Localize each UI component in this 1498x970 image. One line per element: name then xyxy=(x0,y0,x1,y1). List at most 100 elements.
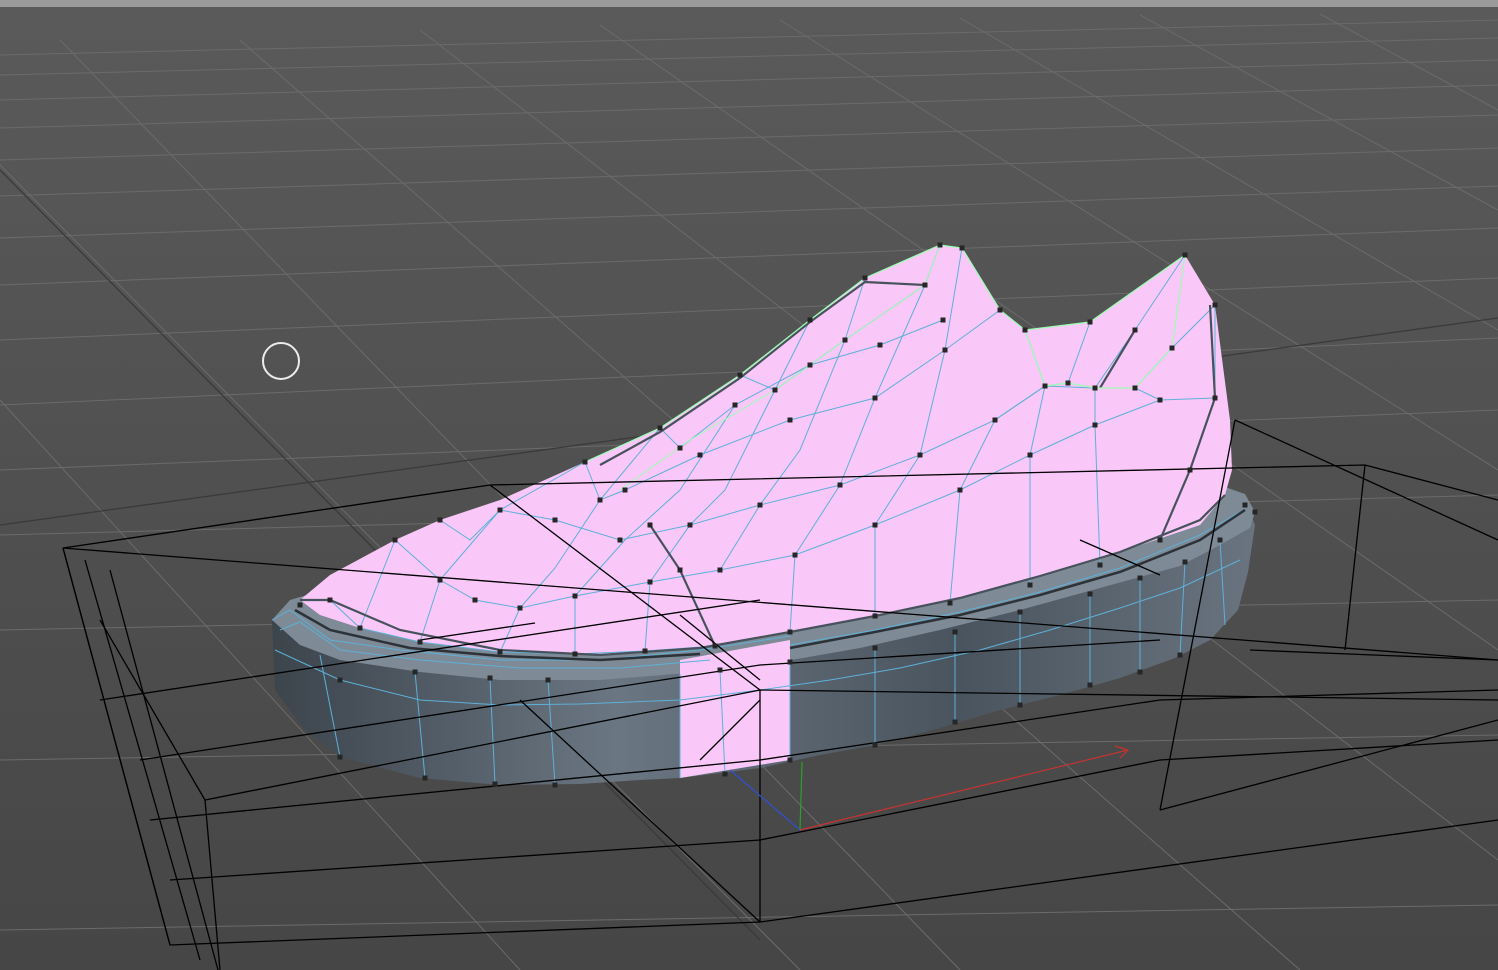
mesh-vertex[interactable] xyxy=(437,577,443,583)
mesh-vertex[interactable] xyxy=(1092,422,1098,428)
mesh-vertex[interactable] xyxy=(959,245,965,251)
mesh-vertex[interactable] xyxy=(412,669,418,675)
mesh-vertex[interactable] xyxy=(922,282,928,288)
mesh-vertex[interactable] xyxy=(492,781,498,787)
mesh-vertex[interactable] xyxy=(677,567,683,573)
mesh-vertex[interactable] xyxy=(622,487,628,493)
mesh-vertex[interactable] xyxy=(1042,383,1048,389)
mesh-vertex[interactable] xyxy=(1182,559,1188,565)
mesh-vertex[interactable] xyxy=(552,782,558,788)
mesh-vertex[interactable] xyxy=(722,771,728,777)
mesh-vertex[interactable] xyxy=(837,482,843,488)
mesh-vertex[interactable] xyxy=(872,742,878,748)
mesh-vertex[interactable] xyxy=(337,754,343,760)
mesh-vertex[interactable] xyxy=(872,395,878,401)
mesh-vertex[interactable] xyxy=(697,452,703,458)
mesh-vertex[interactable] xyxy=(552,517,558,523)
mesh-vertex[interactable] xyxy=(642,648,648,654)
mesh-vertex[interactable] xyxy=(1097,562,1103,568)
mesh-vertex[interactable] xyxy=(717,667,723,673)
mesh-vertex[interactable] xyxy=(572,593,578,599)
mesh-vertex[interactable] xyxy=(947,600,953,606)
mesh-vertex[interactable] xyxy=(1065,380,1071,386)
mesh-vertex[interactable] xyxy=(997,307,1003,313)
mesh-vertex[interactable] xyxy=(1027,452,1033,458)
mesh-vertex[interactable] xyxy=(437,517,443,523)
mesh-vertex[interactable] xyxy=(842,337,848,343)
mesh-vertex[interactable] xyxy=(1092,385,1098,391)
mesh-vertex[interactable] xyxy=(872,613,878,619)
mesh-vertex[interactable] xyxy=(942,347,948,353)
mesh-vertex[interactable] xyxy=(417,639,423,645)
mesh-vertex[interactable] xyxy=(992,417,998,423)
mesh-vertex[interactable] xyxy=(657,425,663,431)
mesh-vertex[interactable] xyxy=(545,677,551,683)
mesh-vertex[interactable] xyxy=(772,387,778,393)
mesh-vertex[interactable] xyxy=(647,522,653,528)
mesh-vertex[interactable] xyxy=(687,522,693,528)
mesh-vertex[interactable] xyxy=(1187,467,1193,473)
mesh-vertex[interactable] xyxy=(757,502,763,508)
mesh-vertex[interactable] xyxy=(1242,502,1248,508)
mesh-vertex[interactable] xyxy=(787,757,793,763)
mesh-vertex[interactable] xyxy=(1157,397,1163,403)
mesh-vertex[interactable] xyxy=(1132,327,1138,333)
mesh-vertex[interactable] xyxy=(877,342,883,348)
mesh-vertex[interactable] xyxy=(917,452,923,458)
mesh-vertex[interactable] xyxy=(1132,385,1138,391)
mesh-vertex[interactable] xyxy=(1087,591,1093,597)
mesh-vertex[interactable] xyxy=(327,597,333,603)
mesh-vertex[interactable] xyxy=(297,602,303,608)
mesh-vertex[interactable] xyxy=(1252,509,1258,515)
mesh-vertex[interactable] xyxy=(1087,682,1093,688)
mesh-vertex[interactable] xyxy=(337,677,343,683)
mesh-vertex[interactable] xyxy=(1087,319,1093,325)
mesh-vertex[interactable] xyxy=(732,402,738,408)
mesh-vertex[interactable] xyxy=(392,537,398,543)
mesh-vertex[interactable] xyxy=(1137,575,1143,581)
mesh-vertex[interactable] xyxy=(1157,537,1163,543)
mesh-vertex[interactable] xyxy=(597,497,603,503)
3d-viewport[interactable] xyxy=(0,0,1498,970)
mesh-vertex[interactable] xyxy=(872,645,878,651)
mesh-vertex[interactable] xyxy=(617,537,623,543)
mesh-vertex[interactable] xyxy=(1217,537,1223,543)
mesh-vertex[interactable] xyxy=(1212,302,1218,308)
mesh-vertex[interactable] xyxy=(497,507,503,513)
mesh-vertex[interactable] xyxy=(1027,582,1033,588)
mesh-vertex[interactable] xyxy=(1212,395,1218,401)
mesh-vertex[interactable] xyxy=(792,552,798,558)
mesh-vertex[interactable] xyxy=(1169,345,1175,351)
mesh-vertex[interactable] xyxy=(807,317,813,323)
mesh-vertex[interactable] xyxy=(422,775,428,781)
mesh-vertex[interactable] xyxy=(807,362,813,368)
mesh-vertex[interactable] xyxy=(487,675,493,681)
mesh-vertex[interactable] xyxy=(677,445,683,451)
mesh-vertex[interactable] xyxy=(952,629,958,635)
mesh-vertex[interactable] xyxy=(1017,702,1023,708)
viewport-canvas[interactable] xyxy=(0,0,1498,970)
mesh-vertex[interactable] xyxy=(517,605,523,611)
mesh-vertex[interactable] xyxy=(572,651,578,657)
mesh-vertex[interactable] xyxy=(357,625,363,631)
mesh-vertex[interactable] xyxy=(472,597,478,603)
mesh-vertex[interactable] xyxy=(717,567,723,573)
mesh-vertex[interactable] xyxy=(862,275,868,281)
mesh-vertex[interactable] xyxy=(1022,327,1028,333)
mesh-vertex[interactable] xyxy=(787,659,793,665)
mesh-vertex[interactable] xyxy=(787,629,793,635)
mesh-vertex[interactable] xyxy=(1017,609,1023,615)
mesh-vertex[interactable] xyxy=(1177,652,1183,658)
mesh-vertex[interactable] xyxy=(712,643,718,649)
mesh-vertex[interactable] xyxy=(952,719,958,725)
mesh-vertex[interactable] xyxy=(940,317,946,323)
mesh-vertex[interactable] xyxy=(937,242,943,248)
mesh-vertex[interactable] xyxy=(872,522,878,528)
mesh-vertex[interactable] xyxy=(1182,252,1188,258)
mesh-vertex[interactable] xyxy=(1137,669,1143,675)
mesh-vertex[interactable] xyxy=(787,417,793,423)
mesh-vertex[interactable] xyxy=(957,487,963,493)
mesh-vertex[interactable] xyxy=(647,579,653,585)
mesh-vertex[interactable] xyxy=(582,459,588,465)
mesh-vertex[interactable] xyxy=(497,649,503,655)
